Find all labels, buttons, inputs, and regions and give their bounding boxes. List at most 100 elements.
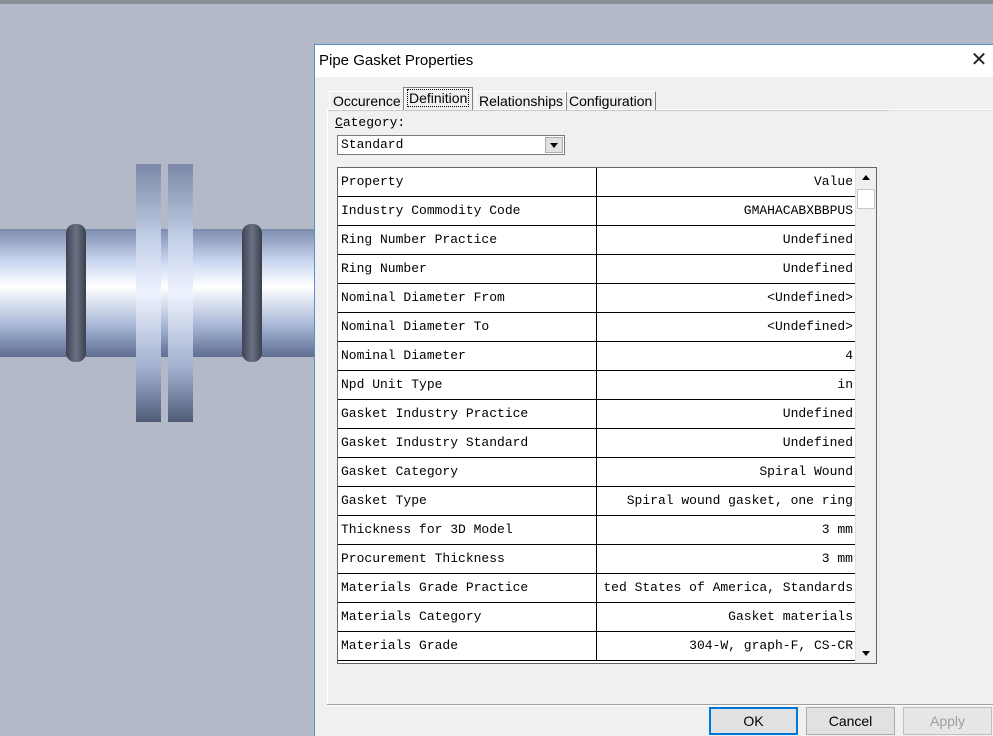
category-label-accelerator: C: [335, 115, 343, 130]
column-header-value-text: Value: [813, 174, 853, 189]
property-value-cell[interactable]: 3 mm: [597, 516, 854, 544]
tab-definition[interactable]: Definition: [403, 87, 474, 110]
property-name-cell: Nominal Diameter To: [338, 313, 597, 341]
property-value-text: Spiral Wound: [759, 464, 853, 479]
scroll-up-icon: [862, 175, 870, 180]
property-name-cell: Gasket Industry Standard: [338, 429, 597, 457]
table-row[interactable]: Gasket Category Spiral Wound: [338, 458, 855, 487]
property-value-cell[interactable]: Undefined: [597, 429, 854, 457]
table-row[interactable]: Materials Category Gasket materials: [338, 603, 855, 632]
tab-label: Configuration: [569, 93, 653, 109]
property-name-cell: Ring Number Practice: [338, 226, 597, 254]
scroll-down-button[interactable]: [857, 643, 875, 663]
property-name-cell: Thickness for 3D Model: [338, 516, 597, 544]
gasket-gap: [161, 229, 168, 357]
property-value-text: Undefined: [782, 261, 853, 276]
ring-left: [66, 224, 86, 362]
tab-pane-divider: [889, 110, 993, 111]
category-dropdown[interactable]: Standard: [337, 135, 565, 155]
property-value-text: GMAHACABXBBPUS: [743, 203, 853, 218]
cancel-button[interactable]: Cancel: [806, 707, 895, 735]
title-bar[interactable]: Pipe Gasket Properties ✕: [315, 45, 993, 77]
table-row[interactable]: Nominal Diameter To <Undefined>: [338, 313, 855, 342]
table-row[interactable]: Ring Number Practice Undefined: [338, 226, 855, 255]
flange-right: [168, 164, 193, 422]
property-name-cell: Gasket Type: [338, 487, 597, 515]
property-value-text: <Undefined>: [767, 319, 853, 334]
table-row[interactable]: Thickness for 3D Model 3 mm: [338, 516, 855, 545]
table-row[interactable]: Ring Number Undefined: [338, 255, 855, 284]
column-header-value[interactable]: Value: [597, 168, 854, 196]
property-value-cell[interactable]: Undefined: [597, 255, 854, 283]
property-value-cell[interactable]: in: [597, 371, 854, 399]
table-row[interactable]: Npd Unit Type in: [338, 371, 855, 400]
tab-label: Relationships: [479, 93, 564, 109]
property-name-cell: Materials Grade Practice: [338, 574, 597, 602]
property-value-text: Undefined: [782, 406, 853, 421]
property-value-text: 3 mm: [821, 522, 853, 537]
vertical-scrollbar[interactable]: [855, 168, 876, 663]
flange-left: [136, 164, 161, 422]
pipe-model: [0, 164, 314, 422]
tab-label: Occurence: [333, 93, 401, 109]
property-name-cell: Nominal Diameter From: [338, 284, 597, 312]
application-window: Pipe Gasket Properties ✕ Occurence Defin…: [0, 0, 993, 736]
tab-configuration[interactable]: Configuration: [565, 91, 657, 110]
property-value-cell[interactable]: Undefined: [597, 226, 854, 254]
ring-right: [242, 224, 262, 362]
property-name-cell: Procurement Thickness: [338, 545, 597, 573]
table-row[interactable]: Gasket Industry Practice Undefined: [338, 400, 855, 429]
dropdown-button[interactable]: [545, 137, 563, 153]
chevron-down-icon: [550, 143, 558, 148]
property-value-cell[interactable]: GMAHACABXBBPUS: [597, 197, 854, 225]
table-row[interactable]: Nominal Diameter From <Undefined>: [338, 284, 855, 313]
apply-button[interactable]: Apply: [903, 707, 992, 735]
table-row[interactable]: Nominal Diameter 4: [338, 342, 855, 371]
scroll-thumb[interactable]: [857, 189, 875, 209]
category-selected-value: Standard: [341, 137, 404, 152]
property-name-cell: Gasket Category: [338, 458, 597, 486]
table-row[interactable]: Gasket Industry Standard Undefined: [338, 429, 855, 458]
property-value-cell[interactable]: Gasket materials: [597, 603, 854, 631]
property-value-cell[interactable]: Undefined: [597, 400, 854, 428]
table-row[interactable]: Gasket Type Spiral wound gasket, one ring: [338, 487, 855, 516]
table-row[interactable]: Materials Grade 304-W, graph-F, CS-CR: [338, 632, 855, 661]
property-value-cell[interactable]: 304-W, graph-F, CS-CR: [597, 632, 854, 660]
property-value-text: 4: [845, 348, 853, 363]
ok-button[interactable]: OK: [709, 707, 798, 735]
properties-grid[interactable]: Property Value Industry Commodity Code GM…: [337, 167, 877, 664]
table-row[interactable]: Materials Grade Practice ted States of Am…: [338, 574, 855, 603]
footer-separator-highlight: [327, 705, 993, 706]
table-row[interactable]: Procurement Thickness 3 mm: [338, 545, 855, 574]
property-value-cell[interactable]: <Undefined>: [597, 313, 854, 341]
property-value-cell[interactable]: Spiral Wound: [597, 458, 854, 486]
dialog-client: Occurence Definition Relationships Confi…: [315, 77, 993, 736]
property-name-cell: Ring Number: [338, 255, 597, 283]
property-name-cell: Materials Category: [338, 603, 597, 631]
property-name-cell: Materials Grade: [338, 632, 597, 660]
scroll-up-button[interactable]: [857, 168, 875, 188]
grid-header-row: Property Value: [338, 168, 855, 197]
property-name-cell: Nominal Diameter: [338, 342, 597, 370]
property-name-cell: Gasket Industry Practice: [338, 400, 597, 428]
property-value-text: Gasket materials: [728, 609, 853, 624]
property-value-text: Undefined: [782, 435, 853, 450]
property-value-text: in: [837, 377, 853, 392]
column-header-property[interactable]: Property: [338, 168, 597, 196]
property-value-cell[interactable]: Spiral wound gasket, one ring: [597, 487, 854, 515]
tab-relationships[interactable]: Relationships: [475, 91, 568, 110]
property-value-cell[interactable]: <Undefined>: [597, 284, 854, 312]
property-value-text: <Undefined>: [767, 290, 853, 305]
property-value-cell[interactable]: ted States of America, Standards: [597, 574, 854, 602]
property-name-cell: Npd Unit Type: [338, 371, 597, 399]
category-label-rest: ategory:: [342, 115, 406, 130]
close-icon[interactable]: ✕: [967, 50, 991, 72]
tab-label: Definition: [407, 89, 470, 107]
property-value-cell[interactable]: 3 mm: [597, 545, 854, 573]
property-value-text: 304-W, graph-F, CS-CR: [689, 638, 853, 653]
scroll-down-icon: [862, 651, 870, 656]
property-value-text: ted States of America, Standards: [603, 580, 853, 595]
table-row[interactable]: Industry Commodity Code GMAHACABXBBPUS: [338, 197, 855, 226]
tab-occurence[interactable]: Occurence: [329, 91, 405, 110]
property-value-cell[interactable]: 4: [597, 342, 854, 370]
